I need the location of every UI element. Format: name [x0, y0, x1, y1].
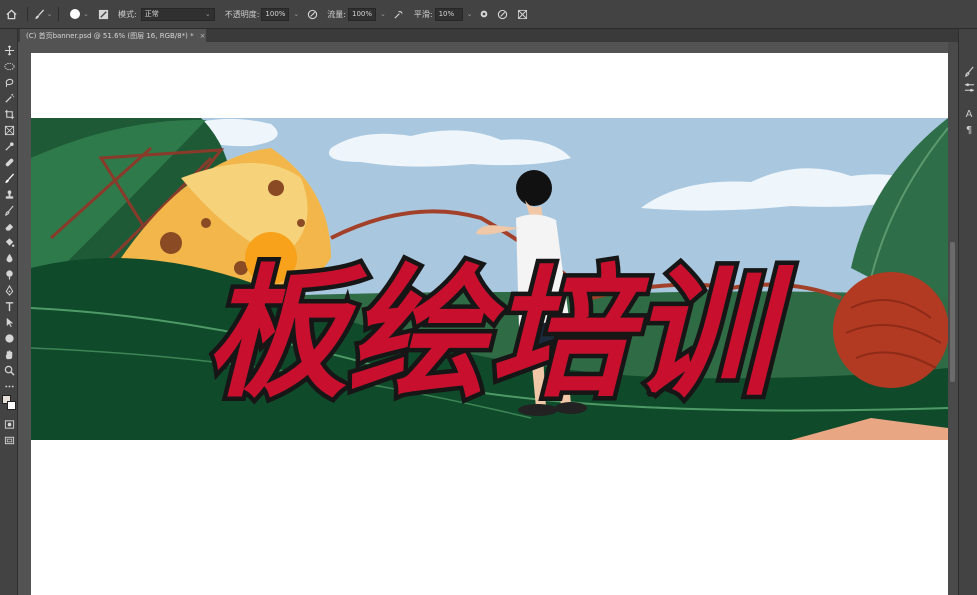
crop-tool-icon[interactable] — [3, 108, 15, 120]
quick-mask-icon[interactable] — [3, 418, 15, 430]
separator — [58, 7, 59, 21]
mode-select-value: 正常 — [144, 10, 159, 18]
brush-panel-icon[interactable] — [963, 65, 975, 77]
chevron-down-icon: ⌄ — [204, 10, 211, 18]
paint-bucket-tool-icon[interactable] — [3, 236, 15, 248]
dodge-tool-icon[interactable] — [3, 268, 15, 280]
adjustments-panel-icon[interactable] — [963, 81, 975, 93]
banner-headline: 板绘培训 — [205, 252, 794, 417]
yarn-ball — [833, 272, 948, 388]
frame-tool-icon[interactable] — [3, 124, 15, 136]
opacity-label: 不透明度: — [224, 9, 260, 19]
character-panel-icon[interactable]: A — [963, 108, 975, 120]
boy-hair — [516, 170, 552, 206]
brush-settings-panel-icon[interactable] — [94, 0, 112, 29]
zoom-tool-icon[interactable] — [3, 364, 15, 376]
document-tab-title: (C) 首页banner.psd @ 51.6% (图层 16, RGB/8*)… — [26, 31, 194, 40]
hand-tool-icon[interactable] — [3, 348, 15, 360]
options-bar: ⌄ ⌄ 模式: 正常 ⌄ 不透明度: 100% ⌄ 流量: 100% ⌄ 平滑: — [0, 0, 977, 29]
marquee-tool-icon[interactable] — [3, 60, 15, 72]
mode-select[interactable]: 正常 ⌄ — [140, 7, 215, 21]
symmetry-icon[interactable] — [512, 0, 532, 29]
background-color-swatch[interactable] — [7, 401, 16, 410]
shape-tool-icon[interactable] — [3, 332, 15, 344]
document-tab[interactable]: (C) 首页banner.psd @ 51.6% (图层 16, RGB/8*)… — [20, 29, 206, 42]
chevron-down-icon[interactable]: ⌄ — [380, 10, 386, 18]
pressure-size-icon[interactable] — [492, 0, 512, 29]
screen-mode-icon[interactable] — [3, 434, 15, 446]
chevron-down-icon[interactable]: ⌄ — [467, 10, 473, 18]
healing-brush-tool-icon[interactable] — [3, 156, 15, 168]
scrollbar-thumb[interactable] — [950, 242, 955, 382]
eraser-tool-icon[interactable] — [3, 220, 15, 232]
gear-icon[interactable] — [476, 0, 492, 29]
brush-size-picker[interactable]: ⌄ — [64, 0, 94, 29]
stamp-tool-icon[interactable] — [3, 188, 15, 200]
brush-tool-preset-icon[interactable]: ⌄ — [33, 0, 53, 29]
document-canvas[interactable]: 板绘培训 — [31, 53, 948, 595]
bean — [201, 218, 211, 228]
blur-tool-icon[interactable] — [3, 252, 15, 264]
history-brush-tool-icon[interactable] — [3, 204, 15, 216]
move-tool-icon[interactable] — [3, 44, 15, 56]
flow-field[interactable]: 100% — [347, 7, 376, 21]
separator — [27, 7, 28, 21]
photoshop-window: ⌄ ⌄ 模式: 正常 ⌄ 不透明度: 100% ⌄ 流量: 100% ⌄ 平滑: — [0, 0, 977, 595]
type-tool-icon[interactable] — [3, 300, 15, 312]
tools-panel — [0, 29, 18, 595]
mode-label: 模式: — [118, 9, 137, 19]
bean — [160, 232, 182, 254]
color-swatches[interactable] — [1, 392, 17, 412]
brush-tool-icon[interactable] — [3, 172, 15, 184]
home-icon[interactable] — [0, 0, 22, 29]
smoothing-value: 10% — [438, 10, 455, 18]
flow-value: 100% — [351, 10, 372, 18]
bean — [268, 180, 284, 196]
flow-label: 流量: — [327, 9, 346, 19]
smoothing-label: 平滑: — [413, 9, 433, 19]
bean — [297, 219, 305, 227]
opacity-field[interactable]: 100% — [261, 7, 290, 21]
banner-illustration: 板绘培训 — [31, 118, 948, 440]
document-tab-bar: (C) 首页banner.psd @ 51.6% (图层 16, RGB/8*)… — [18, 29, 958, 42]
close-icon[interactable]: × — [200, 32, 206, 40]
eyedropper-tool-icon[interactable] — [3, 140, 15, 152]
opacity-value: 100% — [265, 10, 286, 18]
right-panel-dock: A ¶ — [958, 29, 977, 595]
vertical-scrollbar[interactable] — [948, 42, 958, 595]
smoothing-field[interactable]: 10% — [434, 7, 463, 21]
more-tools-icon[interactable] — [3, 380, 15, 392]
lasso-tool-icon[interactable] — [3, 76, 15, 88]
pressure-opacity-icon[interactable] — [303, 0, 321, 29]
magic-wand-tool-icon[interactable] — [3, 92, 15, 104]
airbrush-icon[interactable] — [390, 0, 408, 29]
banner-artwork: 板绘培训 — [31, 118, 948, 440]
chevron-down-icon[interactable]: ⌄ — [293, 10, 299, 18]
path-selection-tool-icon[interactable] — [3, 316, 15, 328]
pen-tool-icon[interactable] — [3, 284, 15, 296]
paragraph-panel-icon[interactable]: ¶ — [963, 124, 975, 136]
